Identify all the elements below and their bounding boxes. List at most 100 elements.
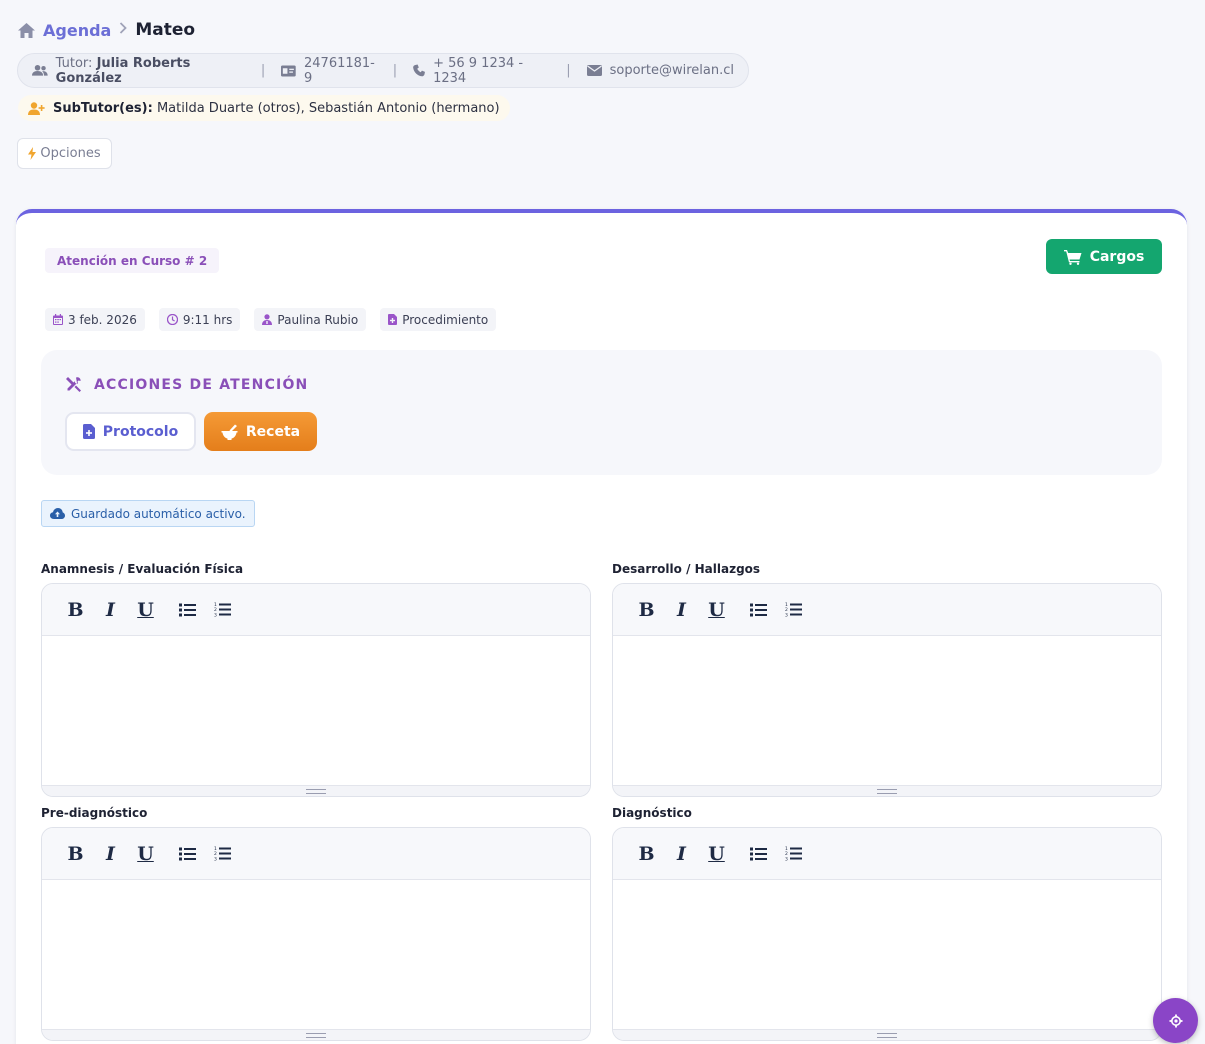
ordered-list-button[interactable]: 123: [776, 839, 811, 869]
bold-button[interactable]: B: [629, 595, 664, 625]
bold-button[interactable]: B: [58, 595, 93, 625]
desarrollo-textarea[interactable]: [613, 636, 1161, 786]
users-icon: [32, 64, 48, 76]
italic-button[interactable]: I: [664, 839, 699, 869]
ordered-list-button[interactable]: 123: [776, 595, 811, 625]
mortar-pestle-icon: [221, 424, 238, 440]
bold-button[interactable]: B: [629, 839, 664, 869]
file-plus-icon: [82, 424, 95, 439]
date-chip: 3 feb. 2026: [45, 308, 145, 331]
list-ul-icon: [750, 603, 767, 616]
opciones-label: Opciones: [40, 146, 101, 161]
grip-icon: [306, 788, 326, 794]
desarrollo-field: Desarrollo / Hallazgos B I U 123: [612, 558, 1162, 797]
resize-handle[interactable]: [613, 785, 1161, 796]
protocolo-label: Protocolo: [102, 423, 179, 440]
bullet-list-button[interactable]: [170, 839, 205, 869]
tutor-name: Tutor: Julia Roberts González: [32, 56, 245, 86]
acciones-title-text: ACCIONES DE ATENCIÓN: [94, 376, 309, 393]
autosave-text: Guardado automático activo.: [71, 506, 246, 521]
atencion-card: Atención en Curso # 2 Cargos 3 feb. 2026…: [16, 209, 1187, 1044]
resize-handle[interactable]: [42, 1029, 590, 1040]
protocolo-button[interactable]: Protocolo: [65, 412, 196, 451]
diagnostico-label: Diagnóstico: [612, 806, 692, 820]
bold-button[interactable]: B: [58, 839, 93, 869]
tutor-phone-value: + 56 9 1234 - 1234: [433, 55, 524, 86]
bolt-icon: [28, 147, 37, 160]
bullet-list-button[interactable]: [741, 595, 776, 625]
prediagnostico-textarea[interactable]: [42, 880, 590, 1030]
anamnesis-editor: B I U 123: [41, 583, 591, 797]
user-plus-icon: [28, 101, 45, 115]
anamnesis-label: Anamnesis / Evaluación Física: [41, 562, 244, 576]
italic-button[interactable]: I: [93, 839, 128, 869]
acciones-title: ACCIONES DE ATENCIÓN: [65, 376, 308, 393]
anamnesis-textarea[interactable]: [42, 636, 590, 786]
italic-button[interactable]: I: [93, 595, 128, 625]
tutor-prefix: Tutor:: [55, 55, 93, 71]
list-ul-icon: [179, 603, 196, 616]
bullet-list-button[interactable]: [170, 595, 205, 625]
atencion-badge: Atención en Curso # 2: [45, 248, 220, 273]
list-ul-icon: [179, 847, 196, 860]
diagnostico-textarea[interactable]: [613, 880, 1161, 1030]
underline-button[interactable]: U: [699, 595, 734, 625]
underline-button[interactable]: U: [128, 839, 163, 869]
svg-text:2: 2: [214, 851, 217, 857]
resize-handle[interactable]: [613, 1029, 1161, 1040]
svg-text:3: 3: [214, 857, 217, 862]
ordered-list-button[interactable]: 123: [205, 839, 240, 869]
receta-button[interactable]: Receta: [204, 412, 317, 451]
svg-text:3: 3: [785, 857, 788, 862]
time-chip: 9:11 hrs: [158, 308, 241, 331]
professional-value: Paulina Rubio: [277, 312, 359, 327]
subtutor-info: SubTutor(es): Matilda Duarte (otros), Se…: [18, 95, 510, 121]
cloud-upload-icon: [50, 508, 65, 519]
svg-text:2: 2: [785, 851, 788, 857]
diagnostico-field: Diagnóstico B I U 123: [612, 802, 1162, 1041]
svg-text:3: 3: [785, 613, 788, 618]
tutor-info-bar: Tutor: Julia Roberts González | 24761181…: [17, 53, 749, 88]
italic-button[interactable]: I: [664, 595, 699, 625]
type-chip: Procedimiento: [380, 308, 497, 331]
tutor-phone[interactable]: + 56 9 1234 - 1234: [413, 56, 550, 86]
home-icon[interactable]: [18, 22, 35, 38]
date-value: 3 feb. 2026: [68, 312, 137, 327]
prediagnostico-field: Pre-diagnóstico B I U 123: [41, 802, 591, 1041]
breadcrumb-link-agenda[interactable]: Agenda: [43, 21, 111, 40]
divider: |: [566, 63, 571, 78]
desarrollo-label: Desarrollo / Hallazgos: [612, 562, 761, 576]
resize-handle[interactable]: [42, 785, 590, 796]
breadcrumb-current: Mateo: [135, 20, 196, 40]
svg-text:3: 3: [214, 613, 217, 618]
svg-text:2: 2: [214, 607, 217, 613]
tutor-rut: 24761181-9: [281, 56, 376, 86]
cargos-button[interactable]: Cargos: [1046, 239, 1162, 274]
editor-toolbar: B I U 123: [42, 828, 590, 880]
type-value: Procedimiento: [402, 312, 489, 327]
grip-icon: [877, 788, 897, 794]
list-ol-icon: 123: [214, 846, 231, 861]
tutor-email[interactable]: soporte@wirelan.cl: [586, 63, 734, 78]
list-ol-icon: 123: [785, 846, 802, 861]
acciones-panel: ACCIONES DE ATENCIÓN Protocolo Receta: [41, 350, 1162, 475]
id-card-icon: [281, 64, 297, 77]
bullet-list-button[interactable]: [741, 839, 776, 869]
breadcrumb: Agenda Mateo: [18, 20, 195, 40]
gear-icon: [1169, 1014, 1182, 1027]
user-doctor-icon: [262, 314, 273, 325]
list-ol-icon: 123: [214, 602, 231, 617]
grip-icon: [877, 1032, 897, 1038]
opciones-button[interactable]: Opciones: [17, 138, 112, 169]
subtutor-label: SubTutor(es):: [53, 100, 153, 116]
underline-button[interactable]: U: [699, 839, 734, 869]
svg-text:2: 2: [785, 607, 788, 613]
calendar-icon: [53, 314, 63, 325]
cargos-label: Cargos: [1089, 248, 1145, 265]
underline-button[interactable]: U: [128, 595, 163, 625]
floating-settings-button[interactable]: [1153, 998, 1198, 1043]
editor-toolbar: B I U 123: [613, 584, 1161, 636]
ordered-list-button[interactable]: 123: [205, 595, 240, 625]
anamnesis-field: Anamnesis / Evaluación Física B I U 123: [41, 558, 591, 797]
prediagnostico-editor: B I U 123: [41, 827, 591, 1041]
